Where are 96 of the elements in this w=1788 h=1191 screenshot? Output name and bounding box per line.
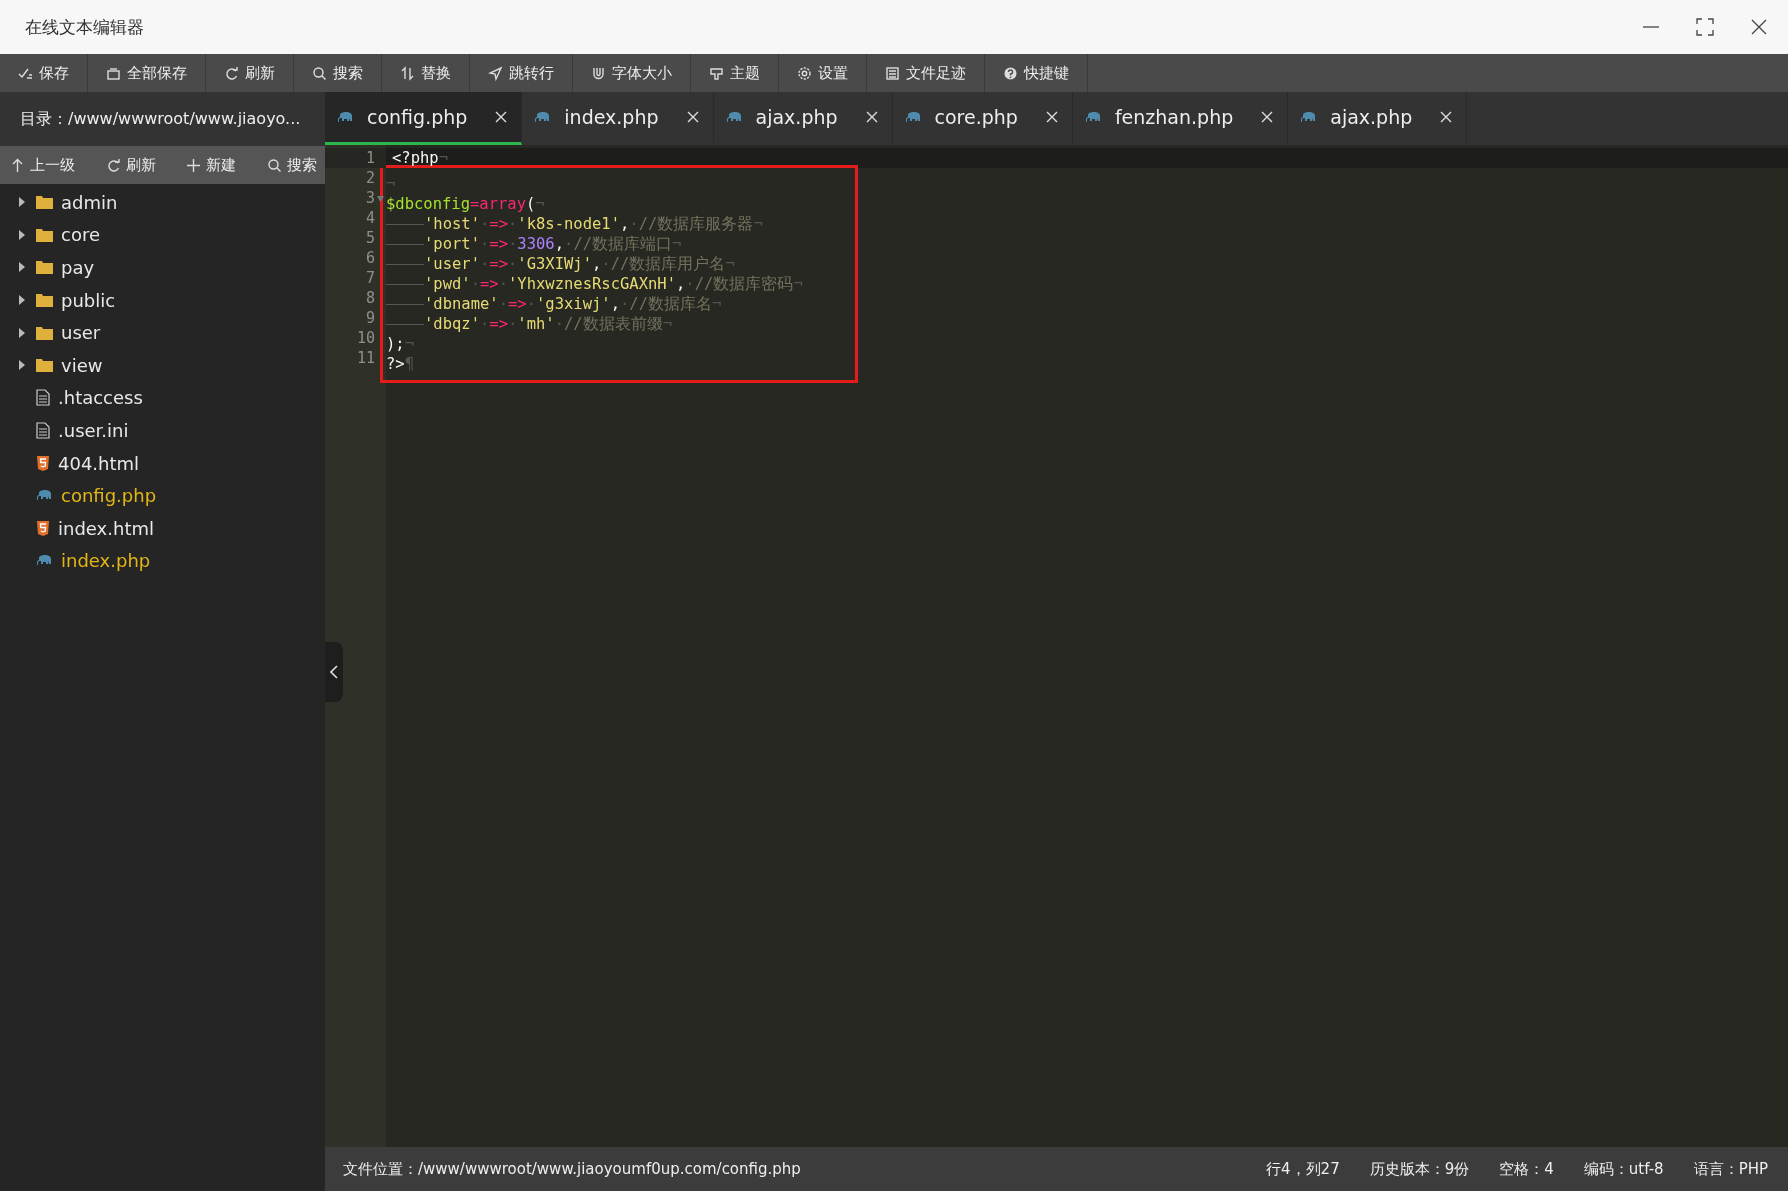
up-arrow-icon: [10, 157, 25, 173]
code-line: 'dbname'·=>·'g3xiwj',·//数据库名¬: [386, 293, 722, 315]
status-item: 历史版本：9份: [1369, 1159, 1470, 1179]
code-line: 'pwd'·=>·'YhxwznesRscGAXnH',·//数据库密码¬: [386, 273, 803, 295]
close-icon: [1750, 18, 1768, 36]
file-tree-item[interactable]: core: [0, 218, 325, 252]
code-line: <?php¬: [392, 149, 448, 167]
html-icon: [36, 454, 50, 472]
folder-icon: [36, 325, 53, 340]
shirt-icon: [709, 65, 724, 81]
line-number: 1: [365, 149, 375, 167]
magnet-icon: [591, 65, 606, 81]
status-item: 语言：PHP: [1693, 1159, 1768, 1179]
line-number: 2: [365, 169, 375, 187]
status-item: 编码：utf-8: [1583, 1159, 1664, 1179]
line-number: 7: [365, 269, 375, 287]
sidebar-action-button[interactable]: 上一级: [10, 155, 75, 175]
document-icon: [36, 421, 50, 439]
tab-label[interactable]: index.php: [564, 106, 659, 128]
code-line: 'host'·=>·'k8s-node1',·//数据库服务器¬: [386, 213, 763, 235]
line-number: 8: [365, 289, 375, 307]
window-title: 在线文本编辑器: [25, 15, 144, 39]
minimize-icon: [1642, 26, 1660, 28]
line-number: 5: [365, 229, 375, 247]
file-tree-item[interactable]: .htaccess: [0, 381, 325, 415]
navigation-arrow-icon: [488, 65, 503, 81]
sidebar-action-button[interactable]: 刷新: [105, 155, 156, 175]
file-tree-item[interactable]: config.php: [0, 479, 325, 512]
elephant-icon: [36, 554, 53, 568]
folder-icon: [36, 195, 53, 210]
file-tree-item[interactable]: index.php: [0, 544, 325, 578]
code-line: ¬: [386, 175, 396, 193]
line-number: 3: [365, 189, 375, 207]
line-number: 6: [365, 249, 375, 267]
close-icon: [1045, 111, 1058, 123]
file-tree-item[interactable]: admin: [0, 186, 325, 219]
tab-label[interactable]: core.php: [934, 106, 1018, 128]
refresh-icon: [224, 65, 239, 81]
folder-icon: [36, 293, 53, 308]
tab-label[interactable]: fenzhan.php: [1114, 106, 1234, 128]
line-number: 4: [365, 209, 375, 227]
file-tree-item[interactable]: user: [0, 316, 325, 349]
code-line: 'dbqz'·=>·'mh'·//数据表前缀¬: [386, 313, 673, 335]
file-tree-item[interactable]: .user.ini: [0, 414, 325, 447]
code-line: 'user'·=>·'G3XIWj',·//数据库用户名¬: [386, 253, 735, 275]
tab-label[interactable]: ajax.php: [1330, 106, 1413, 128]
folder-icon: [36, 260, 53, 275]
file-tree-item[interactable]: 404.html: [0, 446, 325, 480]
swap-arrows-icon: [400, 65, 415, 81]
folder-icon: [36, 227, 53, 242]
directory-path: 目录：/www/wwwroot/www.jiaoyo...: [20, 108, 301, 130]
status-item: 行4，列27: [1266, 1159, 1340, 1179]
file-tree-item[interactable]: index.html: [0, 511, 325, 545]
line-number: 9: [365, 309, 375, 327]
search-icon: [312, 65, 327, 81]
close-icon: [686, 111, 699, 123]
editor-tab[interactable]: config.php: [325, 92, 523, 145]
sidebar-action-button[interactable]: 搜索: [266, 155, 317, 175]
file-tree-item[interactable]: public: [0, 283, 325, 317]
help-icon: [1003, 65, 1018, 81]
elephant-icon: [1300, 111, 1317, 123]
tab-label[interactable]: ajax.php: [755, 106, 838, 128]
document-icon: [36, 389, 50, 407]
elephant-icon: [534, 111, 551, 123]
folder-icon: [36, 358, 53, 373]
close-icon: [1440, 111, 1453, 123]
collapse-handle[interactable]: [325, 642, 343, 702]
html-icon: [36, 519, 50, 537]
file-location: 文件位置：/www/wwwroot/www.jiaoyoumf0up.com/config.php: [343, 1159, 801, 1179]
status-item: 空格：4: [1499, 1159, 1554, 1179]
elephant-icon: [36, 489, 53, 503]
file-tree-item[interactable]: pay: [0, 251, 325, 284]
code-line: $dbconfig=array(¬: [386, 195, 545, 213]
elephant-icon: [1084, 111, 1101, 123]
close-icon: [495, 111, 508, 123]
maximize-icon: [1696, 18, 1714, 36]
calendar-icon: [885, 65, 900, 81]
elephant-icon: [725, 111, 742, 123]
code-line: 'port'·=>·3306,·//数据库端口¬: [386, 233, 682, 255]
search-icon: [266, 157, 282, 173]
elephant-icon: [904, 111, 921, 123]
settings-icon: [797, 65, 812, 81]
close-icon: [865, 111, 878, 123]
tray-icon: [106, 65, 121, 81]
sidebar-action-button[interactable]: 新建: [186, 155, 237, 175]
elephant-icon: [337, 111, 353, 123]
line-number: 10: [356, 329, 375, 347]
close-icon: [1261, 111, 1274, 123]
line-number: 11: [356, 349, 375, 367]
tab-label[interactable]: config.php: [367, 106, 468, 128]
code-line: );¬: [386, 335, 414, 353]
chevron-left-icon: [330, 665, 338, 679]
file-tree-item[interactable]: view: [0, 348, 325, 382]
code-line: ?>¶: [386, 355, 414, 373]
plus-icon: [186, 157, 202, 173]
refresh-icon: [105, 157, 121, 173]
